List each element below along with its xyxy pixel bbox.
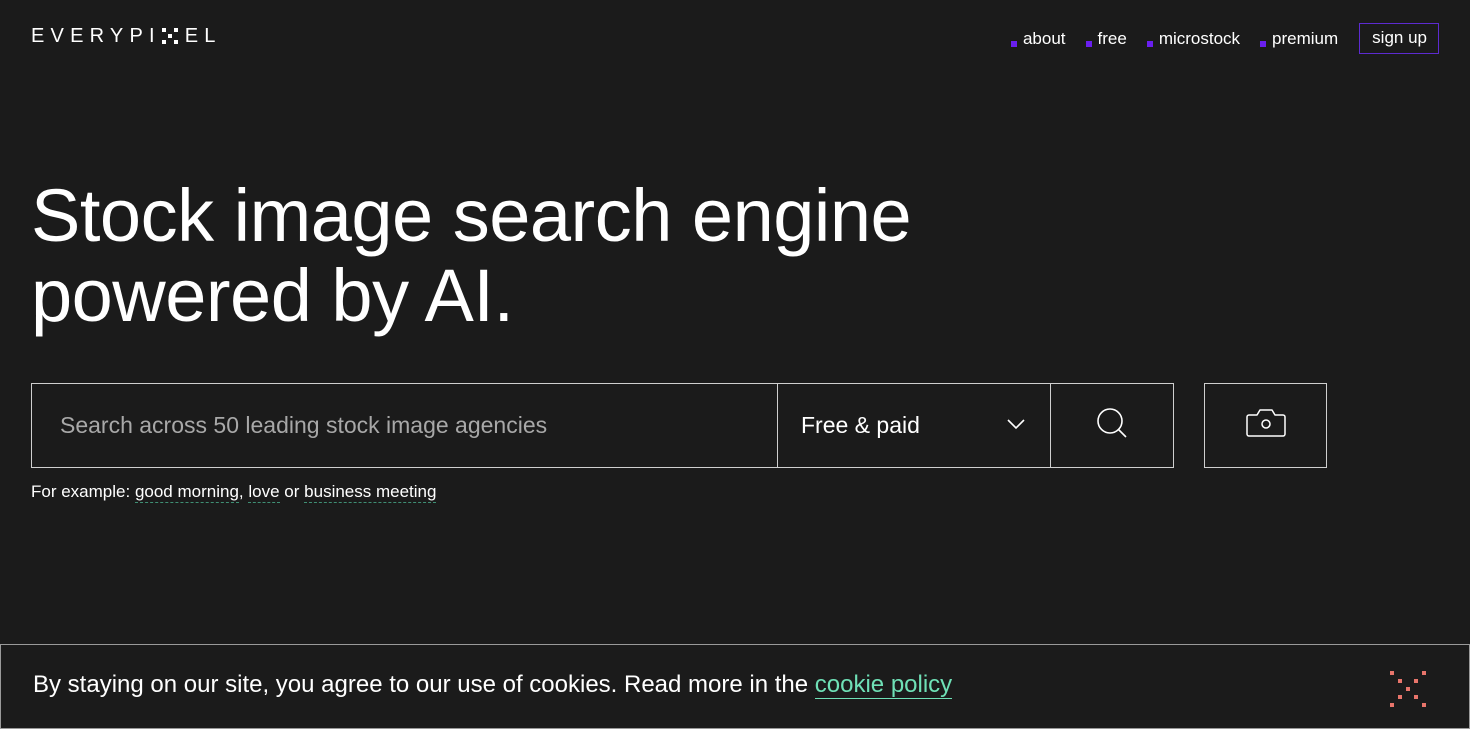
page: EVERYPI EL about free microstock premium… — [0, 0, 1470, 729]
hero-line-1: Stock image search engine — [31, 174, 912, 257]
sign-up-button[interactable]: sign up — [1359, 23, 1439, 54]
cookie-banner: By staying on our site, you agree to our… — [0, 644, 1470, 729]
filter-selected-value: Free & paid — [801, 412, 920, 438]
nav-free-label: free — [1097, 28, 1127, 48]
logo-text-right: EL — [184, 24, 222, 47]
bullet-icon — [1146, 40, 1153, 47]
example-link[interactable]: business meeting — [304, 482, 437, 503]
search-input[interactable] — [32, 384, 777, 467]
search-button[interactable] — [1050, 384, 1173, 467]
search-box: Free & paid — [31, 383, 1174, 468]
camera-icon — [1245, 407, 1287, 444]
nav-microstock-label: microstock — [1158, 28, 1241, 48]
search-icon — [1096, 407, 1128, 444]
bullet-icon — [1085, 40, 1092, 47]
bullet-icon — [1260, 40, 1267, 47]
cookie-message: By staying on our site, you agree to our… — [33, 671, 953, 699]
logo-x-icon — [161, 28, 178, 44]
nav-free[interactable]: free — [1085, 28, 1127, 49]
example-link[interactable]: good morning — [134, 482, 239, 503]
cookie-policy-link[interactable]: cookie policy — [814, 671, 953, 699]
logo-text-left: EVERYPI — [31, 24, 161, 47]
chevron-down-icon — [1006, 417, 1026, 435]
logo[interactable]: EVERYPI EL — [31, 25, 222, 47]
nav-premium[interactable]: premium — [1260, 29, 1338, 49]
search-examples: For example: good morning, love or busin… — [31, 482, 437, 503]
nav-about-label: about — [1022, 28, 1066, 48]
hero-line-2: powered by AI. — [31, 254, 514, 337]
license-filter-dropdown[interactable]: Free & paid — [777, 384, 1050, 467]
top-nav: about free microstock premium sign up — [991, 23, 1439, 54]
image-search-button[interactable] — [1204, 383, 1327, 468]
bullet-icon — [1010, 40, 1017, 47]
close-icon[interactable] — [1387, 669, 1429, 709]
hero-title: Stock image search engine powered by AI. — [31, 174, 912, 337]
examples-prefix: For example: — [31, 482, 131, 501]
example-link[interactable]: love — [248, 482, 280, 503]
nav-premium-label: premium — [1272, 28, 1339, 48]
nav-about[interactable]: about — [1010, 28, 1066, 49]
nav-microstock[interactable]: microstock — [1146, 28, 1241, 49]
search-bar: Free & paid — [31, 383, 1327, 468]
